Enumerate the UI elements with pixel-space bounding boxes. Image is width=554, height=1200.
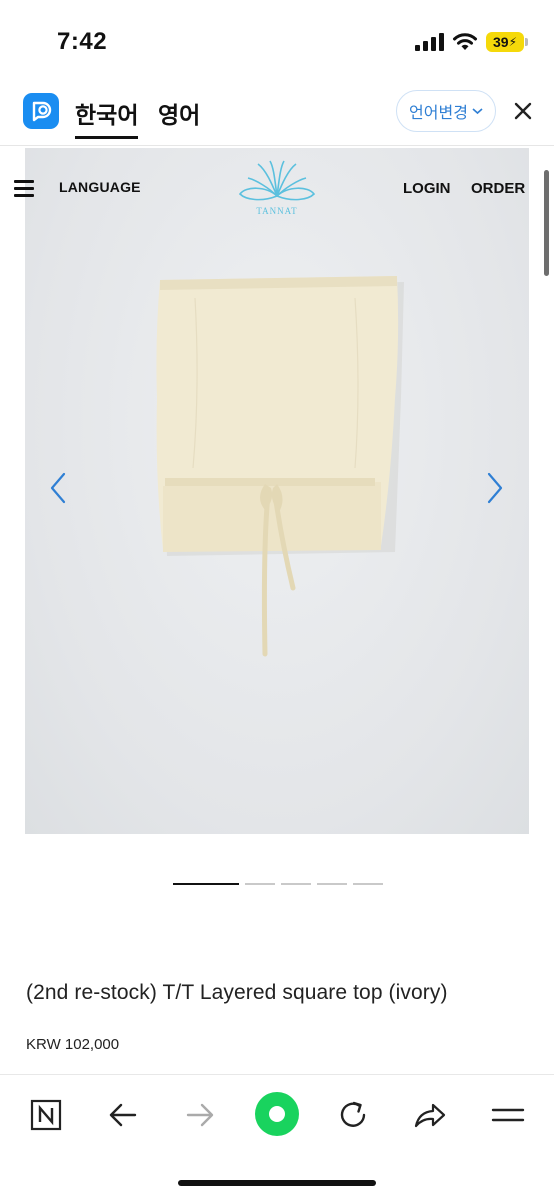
status-time: 7:42 (57, 28, 108, 55)
refresh-icon (340, 1101, 366, 1127)
product-title: (2nd re-stock) T/T Layered square top (i… (26, 981, 448, 1004)
naver-home-button[interactable] (26, 1095, 66, 1135)
product-photo (156, 276, 404, 657)
wifi-icon (453, 33, 477, 50)
language-change-button[interactable]: 언어변경 (396, 90, 496, 132)
pagination-bar[interactable] (173, 883, 239, 885)
translator-bar: 한국어 영어 언어변경 (0, 80, 554, 146)
refresh-button[interactable] (333, 1095, 373, 1135)
tab-source-language[interactable]: 한국어 (75, 96, 139, 139)
chevron-down-icon (472, 108, 483, 115)
product-image-carousel[interactable] (25, 148, 529, 834)
nav-language[interactable]: LANGUAGE (59, 179, 141, 195)
naver-n-icon (30, 1099, 62, 1131)
menu-button[interactable] (488, 1095, 528, 1135)
nav-login[interactable]: LOGIN (403, 180, 451, 197)
chevron-left-icon[interactable] (47, 470, 69, 506)
nav-order[interactable]: ORDER (471, 180, 525, 197)
arrow-right-icon (186, 1103, 214, 1127)
forward-button[interactable] (180, 1095, 220, 1135)
share-icon (414, 1103, 446, 1128)
share-button[interactable] (410, 1095, 450, 1135)
battery-level: 39 (492, 34, 509, 50)
status-icons: 39 ⚡ (415, 32, 528, 52)
green-dot-button[interactable] (255, 1092, 299, 1136)
product-price: KRW 102,000 (26, 1036, 120, 1053)
papago-logo-icon (23, 93, 59, 129)
close-icon[interactable] (512, 100, 534, 122)
scrollbar[interactable] (544, 170, 549, 276)
pagination-bar[interactable] (353, 883, 383, 885)
carousel-pagination (173, 883, 383, 885)
brand-logo[interactable]: TANNAT (236, 158, 318, 220)
green-dot-icon (269, 1106, 285, 1122)
status-bar: 7:42 39 ⚡ (0, 0, 554, 80)
menu-icon (491, 1108, 525, 1122)
pagination-bar[interactable] (281, 883, 311, 885)
pagination-bar[interactable] (317, 883, 347, 885)
arrow-left-icon (109, 1103, 137, 1127)
chevron-right-icon[interactable] (484, 470, 506, 506)
hamburger-menu-icon[interactable] (14, 180, 34, 197)
tab-target-language[interactable]: 영어 (158, 96, 200, 130)
signal-icon (415, 33, 444, 51)
back-button[interactable] (103, 1095, 143, 1135)
battery-icon: 39 ⚡ (486, 32, 528, 52)
brand-wordmark: TANNAT (256, 206, 297, 216)
pagination-bar[interactable] (245, 883, 275, 885)
language-change-label: 언어변경 (409, 105, 468, 122)
charging-bolt-icon: ⚡ (508, 35, 517, 49)
home-indicator (178, 1180, 376, 1186)
